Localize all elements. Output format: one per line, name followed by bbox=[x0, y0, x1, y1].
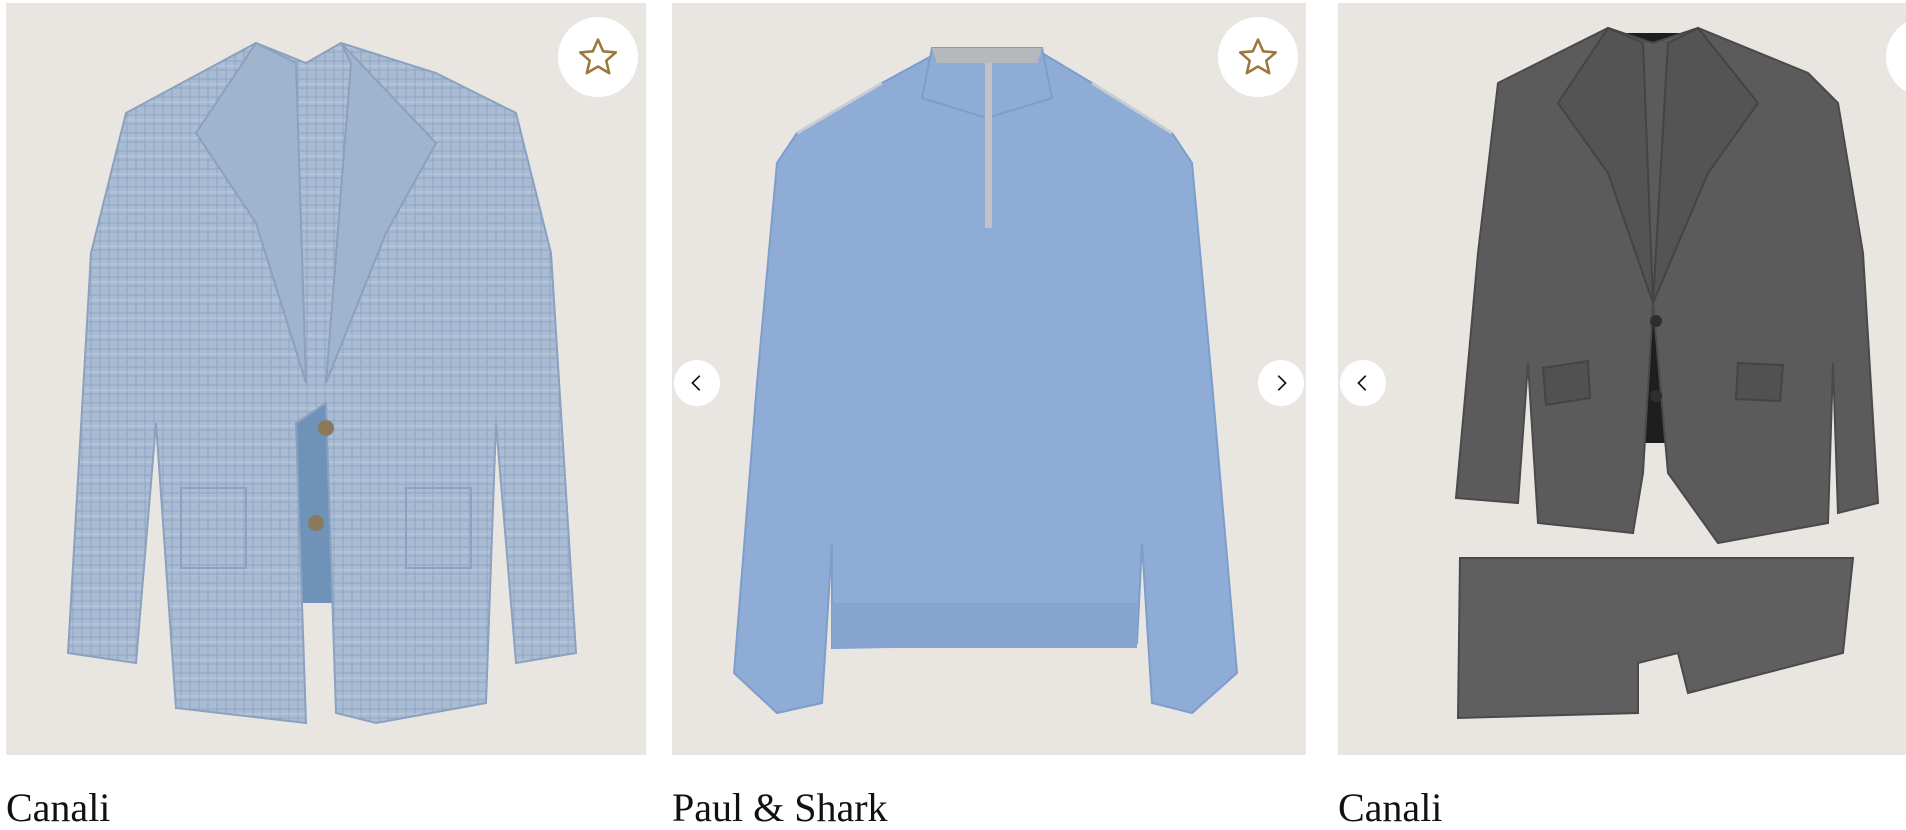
product-card[interactable]: Paul & Shark bbox=[672, 0, 1306, 830]
previous-image-button[interactable] bbox=[1340, 360, 1386, 406]
sweater-image bbox=[732, 47, 1239, 715]
product-brand[interactable]: Canali bbox=[6, 786, 110, 830]
product-image-suit[interactable] bbox=[1338, 3, 1906, 755]
chevron-left-icon bbox=[691, 375, 701, 391]
product-card[interactable]: Canali bbox=[1338, 0, 1906, 830]
product-card[interactable]: Canali bbox=[6, 0, 646, 830]
star-outline-icon bbox=[1238, 38, 1278, 75]
previous-image-button[interactable] bbox=[674, 360, 720, 406]
product-image-sweater[interactable] bbox=[672, 3, 1306, 755]
product-brand[interactable]: Paul & Shark bbox=[672, 786, 888, 830]
product-image-blazer[interactable] bbox=[6, 3, 646, 755]
product-carousel: Canali Paul & Shark Canali bbox=[0, 0, 1906, 830]
product-brand[interactable]: Canali bbox=[1338, 786, 1442, 830]
star-outline-icon bbox=[578, 38, 618, 75]
next-image-button[interactable] bbox=[1258, 360, 1304, 406]
chevron-left-icon bbox=[1357, 375, 1367, 391]
favorite-button[interactable] bbox=[558, 17, 638, 97]
blazer-image bbox=[66, 41, 578, 725]
suit-image bbox=[1454, 26, 1880, 720]
chevron-right-icon bbox=[1277, 375, 1287, 391]
favorite-button[interactable] bbox=[1218, 17, 1298, 97]
